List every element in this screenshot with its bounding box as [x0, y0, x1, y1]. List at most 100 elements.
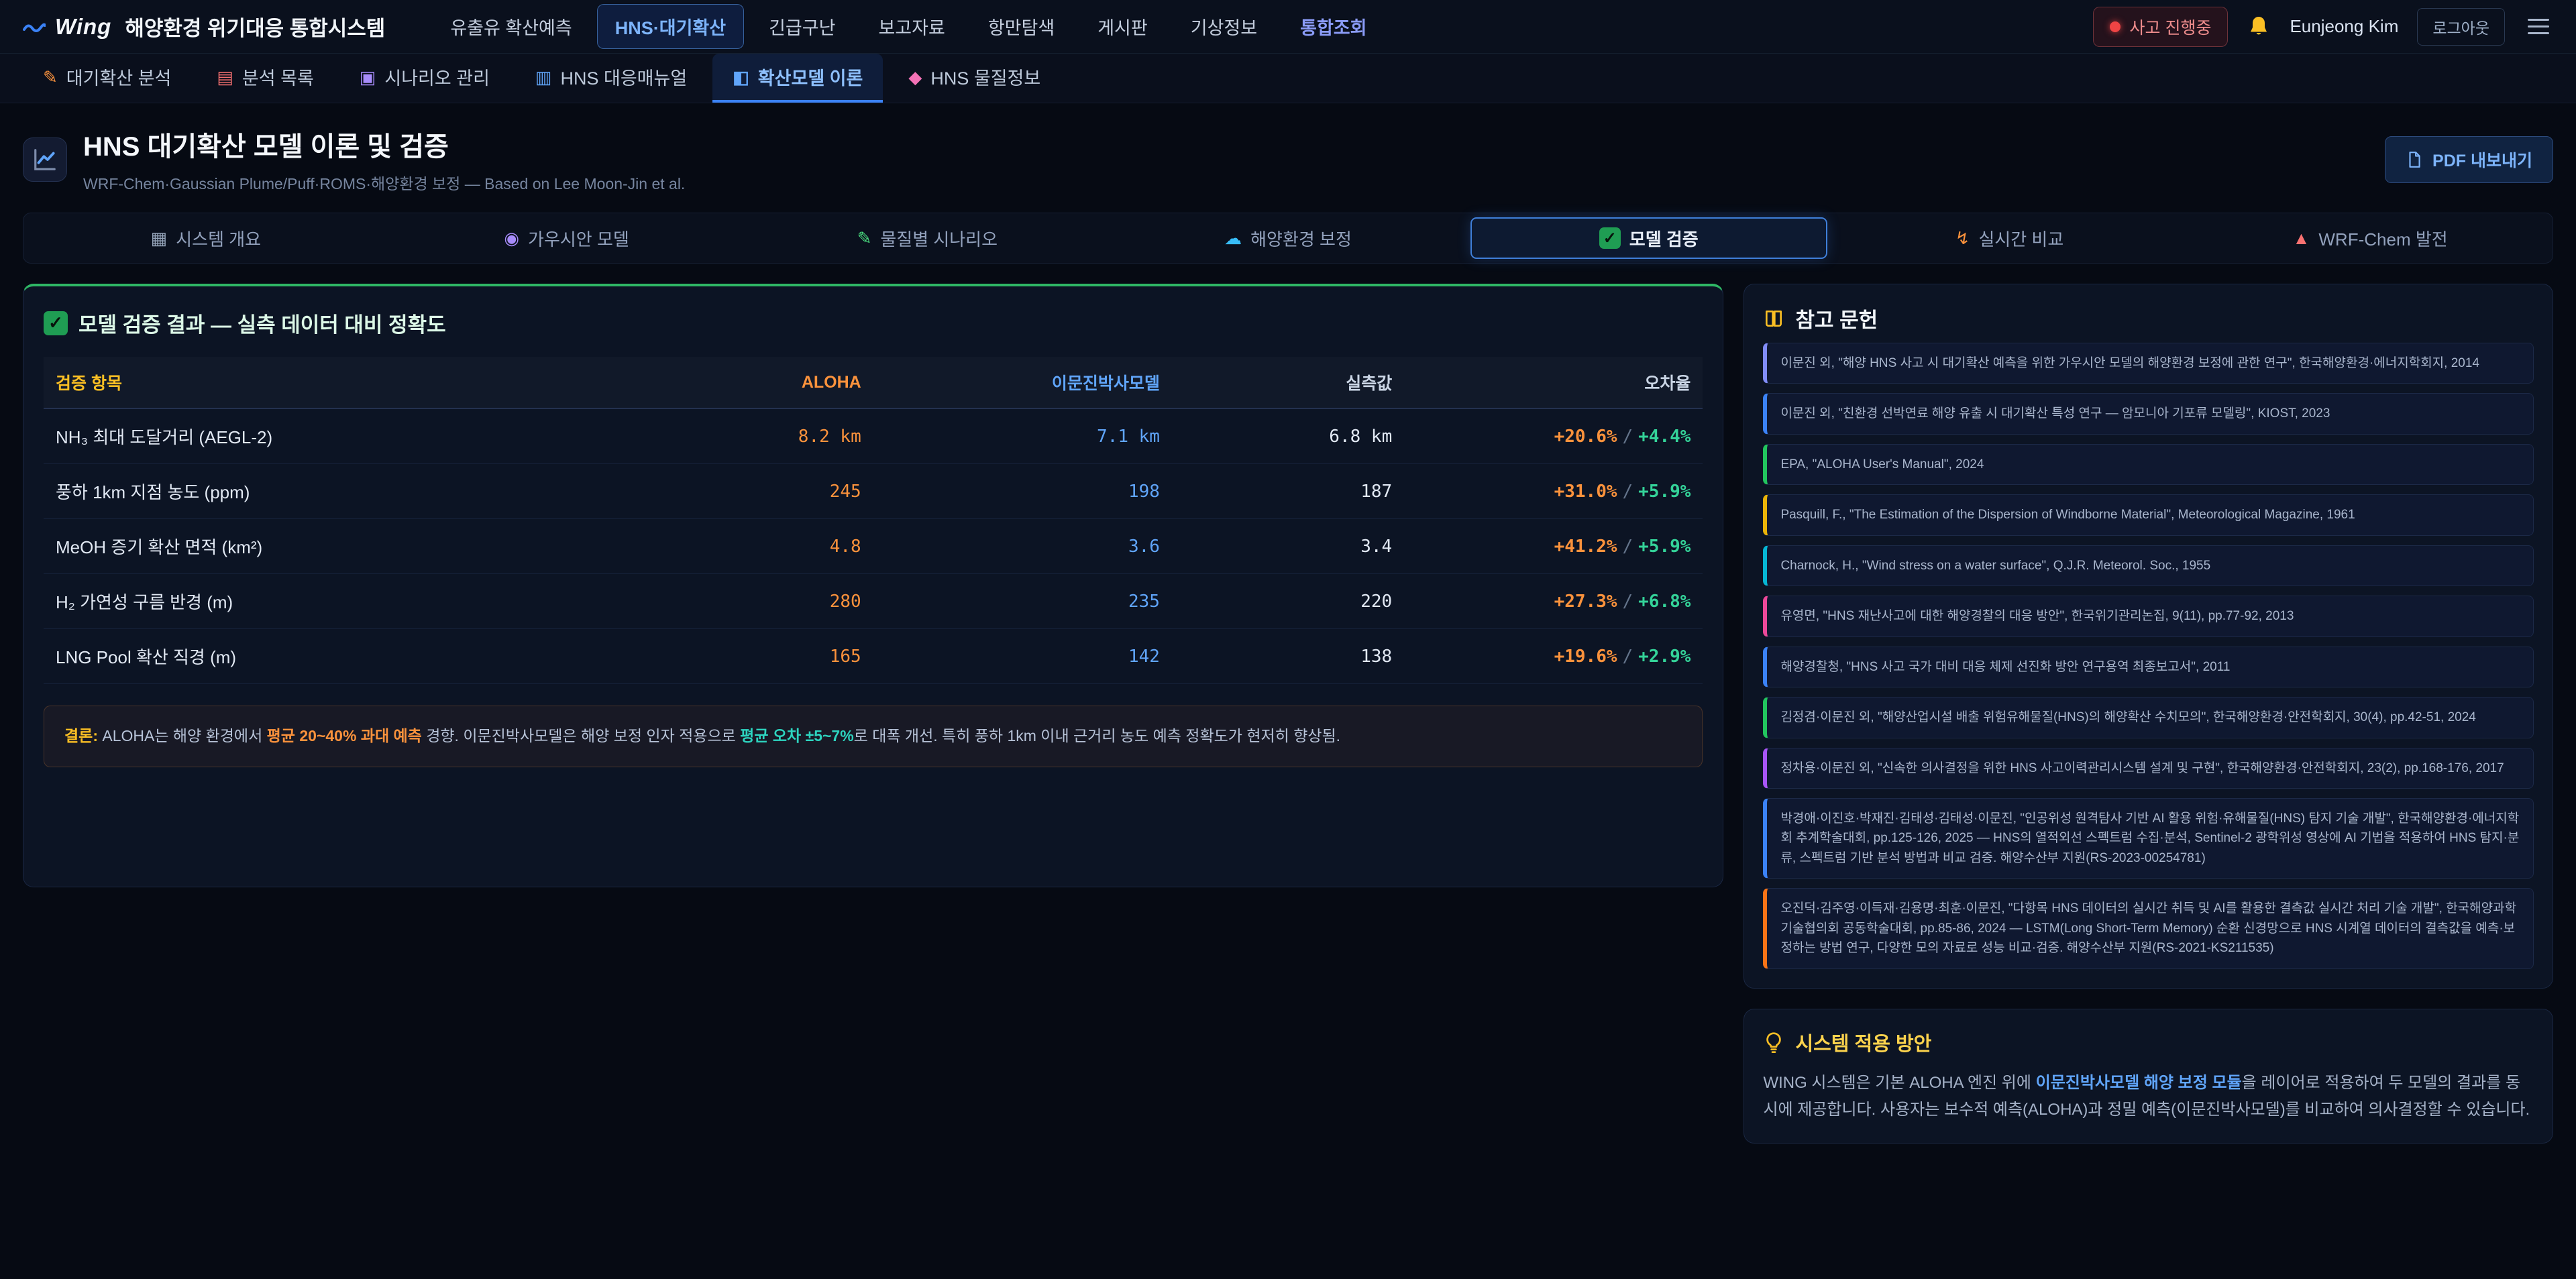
- tab-icon: ▣: [360, 68, 376, 86]
- reference-item[interactable]: 유영면, "HNS 재난사고에 대한 해양경찰의 대응 방안", 한국위기관리논…: [1763, 596, 2534, 636]
- nav-item[interactable]: 긴급구난: [751, 4, 853, 49]
- reference-text: 이문진 외, "친환경 선박연료 해양 유출 시 대기확산 특성 연구 — 암모…: [1780, 406, 2330, 421]
- aloha-error: +27.3%: [1554, 592, 1617, 612]
- tab-icon: ▦: [151, 229, 168, 247]
- reference-item[interactable]: 김정겸·이문진 외, "해양산업시설 배출 위험유해물질(HNS)의 해양확산 …: [1763, 697, 2534, 738]
- logout-button[interactable]: 로그아웃: [2417, 8, 2505, 46]
- application-title-text: 시스템 적용 방안: [1795, 1028, 1931, 1056]
- section-tab[interactable]: ▲WRF-Chem 발전: [2192, 217, 2548, 259]
- reference-item[interactable]: Pasquill, F., "The Estimation of the Dis…: [1763, 494, 2534, 535]
- measured-value: 138: [1172, 629, 1404, 684]
- aloha-value: 8.2 km: [641, 408, 873, 464]
- aloha-error: +19.6%: [1554, 647, 1617, 667]
- aloha-value: 280: [641, 574, 873, 629]
- metric-name: MeOH 증기 확산 면적 (km²): [44, 519, 641, 574]
- brand[interactable]: Wing 해양환경 위기대응 통합시스템: [23, 11, 385, 42]
- model-error: +6.8%: [1638, 592, 1690, 612]
- page-header-left: HNS 대기확산 모델 이론 및 검증 WRF-Chem·Gaussian Pl…: [23, 125, 685, 194]
- section-tab-label: 모델 검증: [1629, 226, 1699, 251]
- metric-name: NH₃ 최대 도달거리 (AEGL-2): [44, 408, 641, 464]
- error-cell: +20.6%/+4.4%: [1404, 408, 1703, 464]
- reference-item[interactable]: EPA, "ALOHA User's Manual", 2024: [1763, 444, 2534, 485]
- aloha-value: 4.8: [641, 519, 873, 574]
- notification-bell-icon[interactable]: [2247, 15, 2271, 39]
- model-value: 7.1 km: [873, 408, 1172, 464]
- application-segment: WING 시스템은 기본 ALOHA 엔진 위에: [1763, 1074, 2035, 1092]
- error-separator: /: [1617, 427, 1639, 447]
- reference-item[interactable]: 박경애·이진호·박재진·김태성·김태성·이문진, "인공위성 원격탐사 기반 A…: [1763, 798, 2534, 879]
- subnav-tab[interactable]: ◧확산모델 이론: [712, 54, 883, 103]
- error-separator: /: [1617, 592, 1639, 612]
- reference-item[interactable]: Charnock, H., "Wind stress on a water su…: [1763, 545, 2534, 586]
- document-icon: [2406, 151, 2423, 168]
- subnav-tab-label: HNS 대응매뉴얼: [561, 64, 688, 90]
- subnav-tab[interactable]: ▣ 시나리오 관리: [339, 54, 510, 103]
- reference-item[interactable]: 해양경찰청, "HNS 사고 국가 대비 대응 체제 선진화 방안 연구용역 최…: [1763, 647, 2534, 687]
- chart-page-icon: [23, 137, 67, 182]
- subnav-tab-label: 대기확산 분석: [66, 64, 172, 90]
- nav-item[interactable]: HNS·대기확산: [597, 4, 744, 49]
- error-separator: /: [1617, 647, 1639, 667]
- nav-item[interactable]: 항만탐색: [970, 4, 1073, 49]
- measured-value: 187: [1172, 464, 1404, 519]
- section-tab-label: 물질별 시나리오: [880, 226, 998, 251]
- nav-item[interactable]: 게시판: [1079, 4, 1166, 49]
- module-subnav: ✎대기확산 분석▤분석 목록 ▣ 시나리오 관리 ▥ HNS 대응매뉴얼 ◧확산모델 이론…: [0, 54, 2576, 103]
- nav-item[interactable]: 보고자료: [860, 4, 963, 49]
- table-row: 풍하 1km 지점 농도 (ppm)245198187+31.0%/+5.9%: [44, 464, 1703, 519]
- reference-item[interactable]: 오진덕·김주영·이득재·김용명·최훈·이문진, "다항목 HNS 데이터의 실시…: [1763, 888, 2534, 968]
- nav-item[interactable]: 통합조회: [1282, 4, 1385, 49]
- aloha-error: +20.6%: [1554, 427, 1617, 447]
- model-value: 3.6: [873, 519, 1172, 574]
- section-tab[interactable]: ✎ 물질별 시나리오: [749, 217, 1106, 259]
- tab-icon: ▥: [535, 68, 552, 86]
- nav-item[interactable]: 기상정보: [1173, 4, 1275, 49]
- aloha-error: +41.2%: [1554, 537, 1617, 557]
- page-subtitle: WRF-Chem·Gaussian Plume/Puff·ROMS·해양환경 보…: [83, 171, 685, 194]
- page-title: HNS 대기확산 모델 이론 및 검증: [83, 125, 685, 164]
- validation-card-title: ✓ 모델 검증 결과 — 실측 데이터 대비 정확도: [44, 308, 1703, 338]
- reference-text: 김정겸·이문진 외, "해양산업시설 배출 위험유해물질(HNS)의 해양확산 …: [1780, 710, 2475, 724]
- reference-text: 이문진 외, "해양 HNS 사고 시 대기확산 예측을 위한 가우시안 모델의…: [1780, 356, 2479, 370]
- tab-icon: ✎: [857, 229, 872, 247]
- conclusion-segment: 평균 20~40% 과대 예측: [267, 727, 422, 744]
- reference-text: Charnock, H., "Wind stress on a water su…: [1780, 559, 2210, 573]
- error-separator: /: [1617, 537, 1639, 557]
- subnav-tab[interactable]: ◆HNS 물질정보: [888, 54, 1061, 103]
- column-header: 실측값: [1172, 357, 1404, 408]
- table-row: LNG Pool 확산 직경 (m)165142138+19.6%/+2.9%: [44, 629, 1703, 684]
- section-tab[interactable]: ◉가우시안 모델: [388, 217, 745, 259]
- model-error: +5.9%: [1638, 537, 1690, 557]
- incident-status-label: 사고 진행중: [2130, 15, 2212, 39]
- pdf-export-button[interactable]: PDF 내보내기: [2385, 136, 2553, 183]
- conclusion-segment: ALOHA는 해양 환경에서: [98, 727, 267, 744]
- subnav-tab-label: 분석 목록: [242, 64, 314, 90]
- top-navbar: Wing 해양환경 위기대응 통합시스템 유출유 확산예측HNS·대기확산긴급구…: [0, 0, 2576, 54]
- reference-item[interactable]: 이문진 외, "친환경 선박연료 해양 유출 시 대기확산 특성 연구 — 암모…: [1763, 393, 2534, 434]
- section-tab[interactable]: ✓모델 검증: [1470, 217, 1827, 259]
- subnav-tab[interactable]: ▤분석 목록: [197, 54, 333, 103]
- reference-item[interactable]: 이문진 외, "해양 HNS 사고 시 대기확산 예측을 위한 가우시안 모델의…: [1763, 343, 2534, 384]
- page-header: HNS 대기확산 모델 이론 및 검증 WRF-Chem·Gaussian Pl…: [0, 103, 2576, 213]
- subnav-tab[interactable]: ✎대기확산 분석: [23, 54, 191, 103]
- section-tab[interactable]: ☁해양환경 보정: [1110, 217, 1466, 259]
- subnav-tab[interactable]: ▥ HNS 대응매뉴얼: [515, 54, 707, 103]
- reference-item[interactable]: 정차용·이문진 외, "신속한 의사결정을 위한 HNS 사고이력관리시스템 설…: [1763, 748, 2534, 789]
- error-cell: +41.2%/+5.9%: [1404, 519, 1703, 574]
- nav-item[interactable]: 유출유 확산예측: [432, 4, 590, 49]
- wave-logo-icon: [23, 19, 46, 35]
- section-tab[interactable]: ▦시스템 개요: [28, 217, 384, 259]
- references-card: 참고 문헌 이문진 외, "해양 HNS 사고 시 대기확산 예측을 위한 가우…: [1743, 284, 2553, 989]
- section-tab[interactable]: ↯실시간 비교: [1831, 217, 2188, 259]
- lightbulb-icon: [1763, 1032, 1784, 1053]
- navbar-right: 사고 진행중 Eunjeong Kim 로그아웃: [2093, 7, 2553, 47]
- tab-icon: ↯: [1955, 229, 1970, 247]
- tab-icon: ◆: [908, 68, 922, 86]
- hamburger-menu-icon[interactable]: [2524, 10, 2553, 43]
- incident-status-badge[interactable]: 사고 진행중: [2093, 7, 2229, 47]
- aloha-value: 165: [641, 629, 873, 684]
- subnav-tab-label: 시나리오 관리: [384, 64, 490, 90]
- reference-text: 오진덕·김주영·이득재·김용명·최훈·이문진, "다항목 HNS 데이터의 실시…: [1780, 901, 2516, 955]
- references-list: 이문진 외, "해양 HNS 사고 시 대기확산 예측을 위한 가우시안 모델의…: [1763, 343, 2534, 969]
- model-value: 142: [873, 629, 1172, 684]
